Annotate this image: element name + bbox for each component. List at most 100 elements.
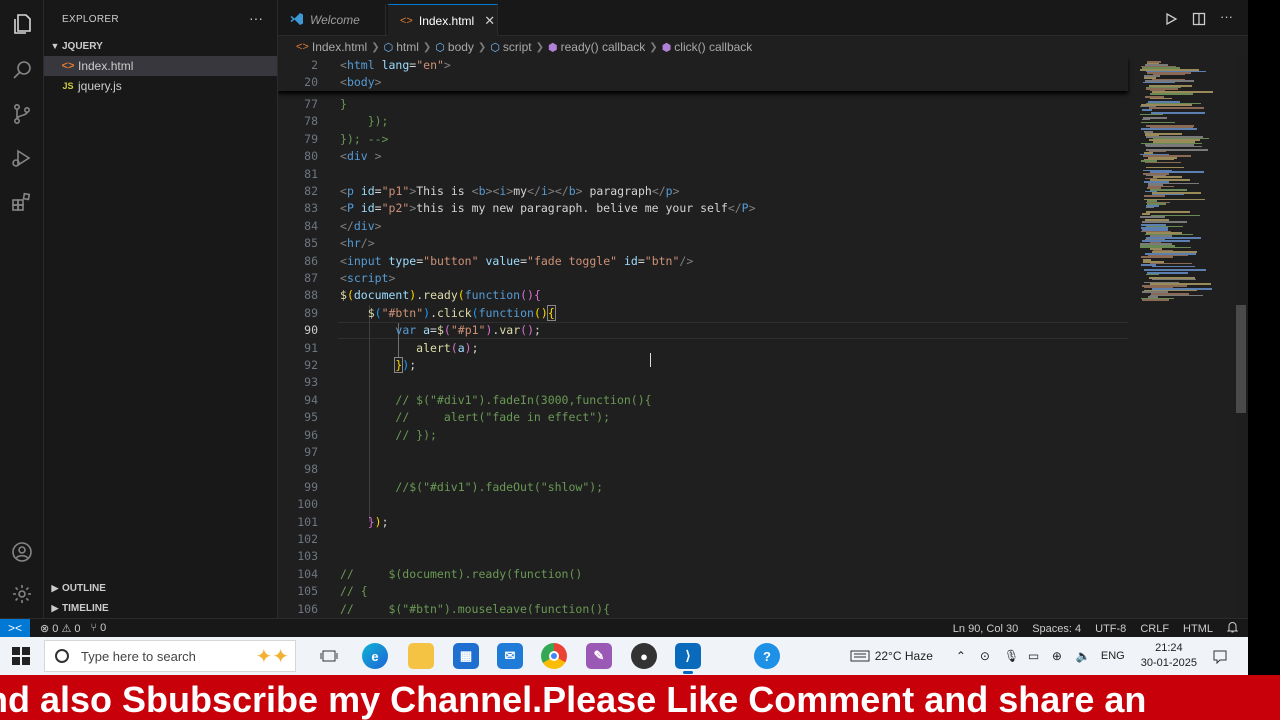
- explorer-icon[interactable]: [8, 10, 36, 38]
- search-icon[interactable]: [8, 56, 36, 84]
- breadcrumb-item[interactable]: ready() callback: [561, 40, 646, 54]
- code-line[interactable]: 87 <script>: [278, 270, 1138, 287]
- line-number: 100: [297, 497, 318, 512]
- extensions-icon[interactable]: [8, 188, 36, 216]
- file-explorer-icon[interactable]: [408, 643, 434, 669]
- code-line[interactable]: 79}); -->: [278, 131, 1138, 148]
- code-line[interactable]: 2 <html lang="en">: [278, 57, 1138, 74]
- code-line[interactable]: 92 });: [278, 357, 1138, 374]
- code-line[interactable]: 90 var a=$("#p1").var();: [278, 322, 1138, 339]
- code-line[interactable]: 85 <hr/>: [278, 235, 1138, 252]
- pen-tool-icon[interactable]: ✎: [586, 643, 612, 669]
- code-line[interactable]: 103: [278, 548, 1138, 565]
- code-line[interactable]: 95 // alert("fade in effect");: [278, 409, 1138, 426]
- minimap[interactable]: [1138, 57, 1234, 618]
- weather-text[interactable]: 22°C Haze: [875, 649, 933, 663]
- code-line[interactable]: 100: [278, 496, 1138, 513]
- code-line[interactable]: 99 //$("#div1").fadeOut("shlow");: [278, 479, 1138, 496]
- breadcrumb-item[interactable]: script: [503, 40, 532, 54]
- code-line[interactable]: 88 $(document).ready(function(){: [278, 287, 1138, 304]
- outline-section[interactable]: ▶ OUTLINE: [48, 578, 106, 598]
- code-line[interactable]: 78 });: [278, 113, 1138, 130]
- code-text: <div >: [340, 149, 382, 164]
- ports-count[interactable]: ⑂ 0: [90, 622, 106, 634]
- code-line[interactable]: 77}: [278, 96, 1138, 113]
- line-number: 101: [297, 514, 318, 529]
- encoding[interactable]: UTF-8: [1095, 623, 1126, 635]
- more-actions-icon[interactable]: ···: [249, 10, 263, 26]
- code-text: });: [394, 357, 417, 373]
- code-line[interactable]: 104 // $(document).ready(function(): [278, 566, 1138, 583]
- tab-index-html[interactable]: <> Index.html ✕: [388, 4, 498, 36]
- microsoft-store-icon[interactable]: ▦: [453, 643, 479, 669]
- notification-center-icon[interactable]: [1212, 649, 1228, 665]
- input-language[interactable]: ENG: [1101, 650, 1125, 662]
- line-number: 90: [304, 323, 318, 338]
- settings-gear-icon[interactable]: [8, 580, 36, 608]
- vertical-scrollbar[interactable]: [1236, 305, 1246, 413]
- minimap-line: [1140, 216, 1165, 218]
- breadcrumb-item[interactable]: body: [448, 40, 474, 54]
- cursor-position[interactable]: Ln 90, Col 30: [953, 623, 1018, 635]
- breadcrumb-item[interactable]: click() callback: [674, 40, 752, 54]
- code-line[interactable]: 93: [278, 374, 1138, 391]
- run-debug-icon[interactable]: [8, 144, 36, 172]
- code-line[interactable]: 80 <div >: [278, 148, 1138, 165]
- code-editor[interactable]: 2 <html lang="en"> 20 <body> 77} 78 }); 79});…: [278, 57, 1138, 618]
- source-control-icon[interactable]: [8, 100, 36, 128]
- code-line[interactable]: 91 alert(a);: [278, 340, 1138, 357]
- clock[interactable]: 21:24 30-01-2025: [1141, 641, 1197, 671]
- notifications-bell-icon[interactable]: [1226, 621, 1239, 636]
- code-line[interactable]: 82 <p id="p1">This is <b><i>my</i></b> pa…: [278, 183, 1138, 200]
- code-line[interactable]: 81: [278, 166, 1138, 183]
- code-text: <html lang="en">: [340, 58, 451, 72]
- account-icon[interactable]: [8, 538, 36, 566]
- file-jquery-js[interactable]: JS jquery.js: [44, 76, 277, 96]
- file-index-html[interactable]: <> Index.html: [44, 56, 277, 76]
- code-line[interactable]: 105 // {: [278, 583, 1138, 600]
- split-editor-icon[interactable]: [1192, 12, 1206, 26]
- code-line[interactable]: 98: [278, 461, 1138, 478]
- vscode-taskbar-icon[interactable]: ⟩: [675, 643, 701, 674]
- code-line[interactable]: 20 <body>: [278, 74, 1138, 91]
- mail-icon[interactable]: ✉: [497, 643, 523, 669]
- task-view-icon[interactable]: [316, 643, 342, 669]
- network-icon[interactable]: ⊕: [1052, 649, 1066, 663]
- edge-browser-icon[interactable]: e: [362, 643, 388, 669]
- meet-now-icon[interactable]: ⊙: [980, 649, 994, 663]
- folder-header-jquery[interactable]: ▼ JQUERY: [48, 36, 103, 56]
- language-mode[interactable]: HTML: [1183, 623, 1213, 635]
- code-line[interactable]: 83 <P id="p2">this is my new paragraph. b…: [278, 200, 1138, 217]
- code-line[interactable]: 102: [278, 531, 1138, 548]
- problems-count[interactable]: ⊗ 0 ⚠ 0: [40, 622, 80, 635]
- help-icon[interactable]: ?: [754, 643, 780, 669]
- code-line[interactable]: 89 $("#btn").click(function(){: [278, 304, 1138, 322]
- recorder-app-icon[interactable]: ●: [631, 643, 657, 669]
- timeline-section[interactable]: ▶ TIMELINE: [48, 598, 109, 618]
- close-icon[interactable]: ✕: [484, 13, 495, 29]
- taskbar-search-box[interactable]: Type here to search ✦✦: [44, 640, 296, 672]
- windows-start-icon[interactable]: [12, 647, 30, 665]
- microphone-icon[interactable]: 🎙: [1004, 649, 1019, 663]
- code-line[interactable]: 86 <input type="button" value="fade toggl…: [278, 253, 1138, 270]
- code-text: }: [340, 97, 347, 111]
- code-line[interactable]: 94 // $("#div1").fadeIn(3000,function(){: [278, 392, 1138, 409]
- more-actions-icon[interactable]: ···: [1220, 10, 1234, 26]
- volume-icon[interactable]: 🔈: [1076, 649, 1091, 663]
- code-line[interactable]: 106 // $("#btn").mouseleave(function(){: [278, 601, 1138, 618]
- tab-welcome[interactable]: Welcome: [278, 4, 386, 36]
- search-placeholder: Type here to search: [81, 648, 196, 664]
- chrome-icon[interactable]: [541, 643, 567, 669]
- indentation[interactable]: Spaces: 4: [1032, 623, 1081, 635]
- remote-indicator-icon[interactable]: ><: [0, 618, 30, 637]
- code-line[interactable]: 101 });: [278, 514, 1138, 531]
- code-line[interactable]: 96 // });: [278, 427, 1138, 444]
- code-line[interactable]: 97: [278, 444, 1138, 461]
- breadcrumb-item[interactable]: Index.html: [312, 40, 367, 54]
- run-icon[interactable]: [1164, 12, 1178, 26]
- line-ending[interactable]: CRLF: [1140, 623, 1169, 635]
- breadcrumb-item[interactable]: html: [396, 40, 419, 54]
- chevron-up-icon[interactable]: ⌃: [956, 649, 970, 663]
- code-line[interactable]: 84 </div>: [278, 218, 1138, 235]
- battery-icon[interactable]: ▭: [1028, 649, 1042, 663]
